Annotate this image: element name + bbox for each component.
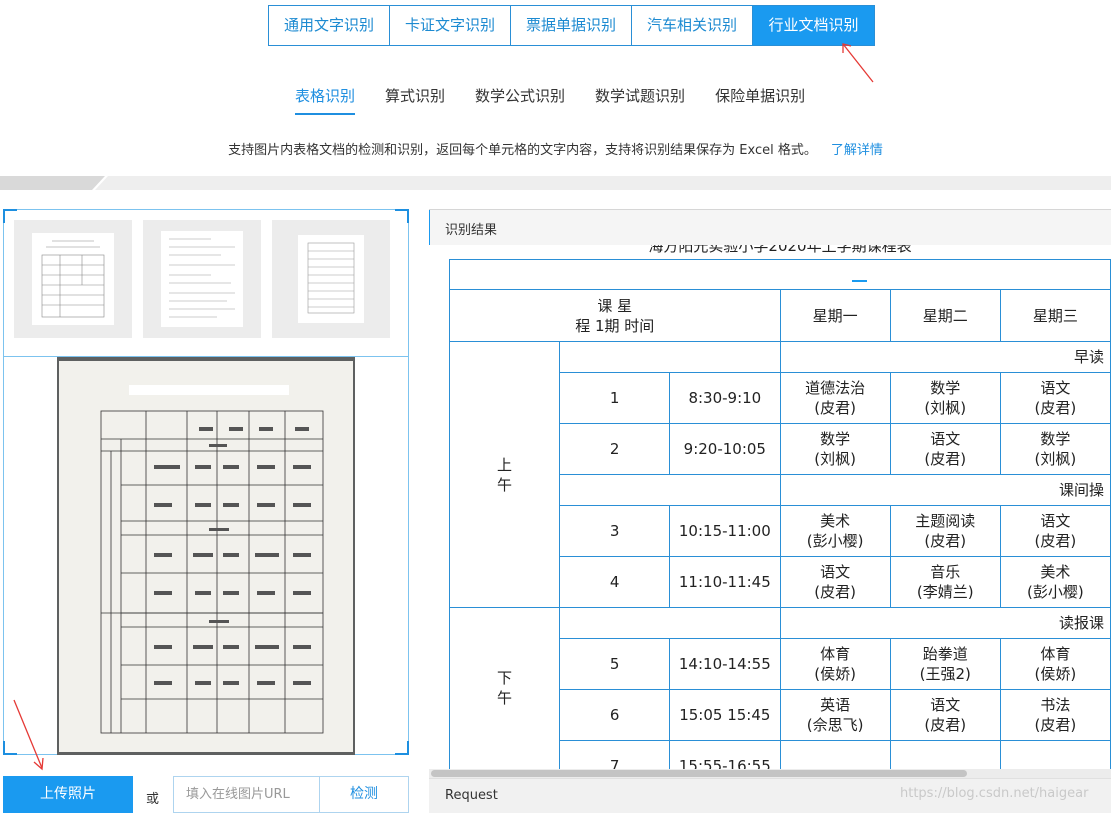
schedule-photo-image bbox=[59, 361, 353, 752]
request-label: Request bbox=[445, 788, 498, 803]
sub-tabs: 表格识别 算式识别 数学公式识别 数学试题识别 保险单据识别 bbox=[280, 85, 820, 115]
course-cell: 美术 (彭小樱) bbox=[779, 505, 891, 557]
lesson-time-cell: 9:20-10:05 bbox=[669, 423, 781, 475]
subtab-table-ocr[interactable]: 表格识别 bbox=[295, 85, 356, 115]
table-title-row bbox=[449, 259, 1111, 290]
header-day-cell: 星期三 bbox=[999, 289, 1111, 342]
section-empty-cell bbox=[559, 341, 781, 373]
section-empty-cell bbox=[559, 607, 781, 639]
uploaded-photo bbox=[57, 357, 355, 755]
section-label-cell: 早读 bbox=[779, 341, 1111, 373]
course-cell: 体育 (侯娇) bbox=[779, 638, 891, 690]
lesson-time-cell: 10:15-11:00 bbox=[669, 505, 781, 557]
course-cell: 语文 (皮君) bbox=[889, 689, 1001, 741]
course-cell: 跆拳道 (王强2) bbox=[889, 638, 1001, 690]
decorative-band bbox=[0, 176, 1111, 190]
detect-button[interactable]: 检测 bbox=[319, 776, 409, 813]
course-cell: 数学 (刘枫) bbox=[999, 423, 1111, 475]
watermark: https://blog.csdn.net/haigear bbox=[900, 786, 1089, 801]
course-cell: 美术 (彭小樱) bbox=[999, 556, 1111, 608]
lesson-time-cell: 14:10-14:55 bbox=[669, 638, 781, 690]
am-period-cell: 上 午 bbox=[448, 341, 561, 608]
section-label-cell: 读报课 bbox=[779, 607, 1111, 639]
course-cell: 书法 (皮君) bbox=[999, 689, 1111, 741]
course-cell: 数学 (刘枫) bbox=[889, 372, 1001, 424]
sample-images bbox=[3, 209, 409, 357]
section-row: 下 午 读报课 bbox=[448, 607, 1111, 778]
subtab-math-formula-ocr[interactable]: 数学公式识别 bbox=[475, 85, 565, 115]
sample-list-thumbnail bbox=[298, 235, 364, 323]
course-cell: 数学 (刘枫) bbox=[779, 423, 891, 475]
result-table-viewport[interactable]: 海方阳光实验小学2020年上学期课程表 课 星程 1期 时间 星期一 星期二 星… bbox=[429, 245, 1111, 778]
course-cell: 语文 (皮君) bbox=[999, 372, 1111, 424]
result-panel: 识别结果 海方阳光实验小学2020年上学期课程表 课 星程 1期 时间 星期一 … bbox=[429, 209, 1111, 813]
description-text: 支持图片内表格文档的检测和识别，返回每个单元格的文字内容，支持将识别结果保存为 … bbox=[228, 143, 817, 158]
course-cell: 体育 (侯娇) bbox=[999, 638, 1111, 690]
horizontal-scrollbar[interactable] bbox=[429, 769, 1111, 778]
annotation-arrow-icon bbox=[13, 699, 44, 771]
tab-card-ocr[interactable]: 卡证文字识别 bbox=[390, 6, 511, 45]
annotation-arrow-icon bbox=[842, 43, 874, 83]
sample-document-thumbnail bbox=[32, 233, 114, 325]
course-cell: 英语 (佘思飞) bbox=[779, 689, 891, 741]
result-header: 识别结果 bbox=[429, 209, 1111, 246]
category-tabs: 通用文字识别 卡证文字识别 票据单据识别 汽车相关识别 行业文档识别 bbox=[268, 5, 875, 46]
course-cell: 语文 (皮君) bbox=[999, 505, 1111, 557]
pm-period-cell: 下 午 bbox=[448, 607, 561, 778]
lesson-number-cell: 1 bbox=[559, 372, 671, 424]
tab-receipt-ocr[interactable]: 票据单据识别 bbox=[511, 6, 632, 45]
header-corner-cell: 课 星程 1期 时间 bbox=[449, 289, 781, 342]
lesson-number-cell: 5 bbox=[559, 638, 671, 690]
result-title: 识别结果 bbox=[445, 223, 498, 238]
course-cell: 道德法治 (皮君) bbox=[779, 372, 891, 424]
lesson-number-cell: 2 bbox=[559, 423, 671, 475]
lesson-number-cell: 4 bbox=[559, 556, 671, 608]
header-day-cell: 星期一 bbox=[779, 289, 891, 342]
or-label: 或 bbox=[146, 792, 160, 807]
section-empty-cell bbox=[559, 474, 781, 506]
lesson-number-cell: 3 bbox=[559, 505, 671, 557]
course-cell: 语文 (皮君) bbox=[779, 556, 891, 608]
lesson-time-cell: 8:30-9:10 bbox=[669, 372, 781, 424]
upload-photo-button[interactable]: 上传照片 bbox=[3, 776, 133, 813]
sample-image-2[interactable] bbox=[143, 220, 261, 338]
section-label-cell: 课间操 bbox=[779, 474, 1111, 506]
corner-mark bbox=[395, 741, 409, 755]
learn-more-link[interactable]: 了解详情 bbox=[831, 143, 883, 158]
sample-image-3[interactable] bbox=[272, 220, 390, 338]
scrollbar-thumb[interactable] bbox=[431, 770, 967, 777]
header-day-cell: 星期二 bbox=[889, 289, 1001, 342]
course-cell: 音乐 (李婧兰) bbox=[889, 556, 1001, 608]
course-cell: 语文 (皮君) bbox=[889, 423, 1001, 475]
section-row: 上 午 早读 bbox=[448, 341, 1111, 608]
course-cell: 主题阅读 (皮君) bbox=[889, 505, 1001, 557]
lesson-time-cell: 11:10-11:45 bbox=[669, 556, 781, 608]
sample-image-1[interactable] bbox=[14, 220, 132, 338]
table-title: 海方阳光实验小学2020年上学期课程表 bbox=[648, 245, 912, 255]
feature-description: 支持图片内表格文档的检测和识别，返回每个单元格的文字内容，支持将识别结果保存为 … bbox=[0, 139, 1111, 158]
schedule-table: 课 星程 1期 时间 星期一 星期二 星期三 上 午 早读 1 8:30-9:10 道德… bbox=[448, 259, 1111, 778]
lesson-number-cell: 6 bbox=[559, 689, 671, 741]
subtab-insurance-ocr[interactable]: 保险单据识别 bbox=[715, 85, 805, 115]
subtab-formula-calc-ocr[interactable]: 算式识别 bbox=[385, 85, 445, 115]
tab-general-ocr[interactable]: 通用文字识别 bbox=[269, 6, 390, 45]
tab-vehicle-ocr[interactable]: 汽车相关识别 bbox=[632, 6, 753, 45]
sample-form-thumbnail bbox=[161, 231, 243, 327]
image-url-input[interactable] bbox=[173, 776, 320, 813]
subtab-math-question-ocr[interactable]: 数学试题识别 bbox=[595, 85, 685, 115]
lesson-time-cell: 15:05 15:45 bbox=[669, 689, 781, 741]
